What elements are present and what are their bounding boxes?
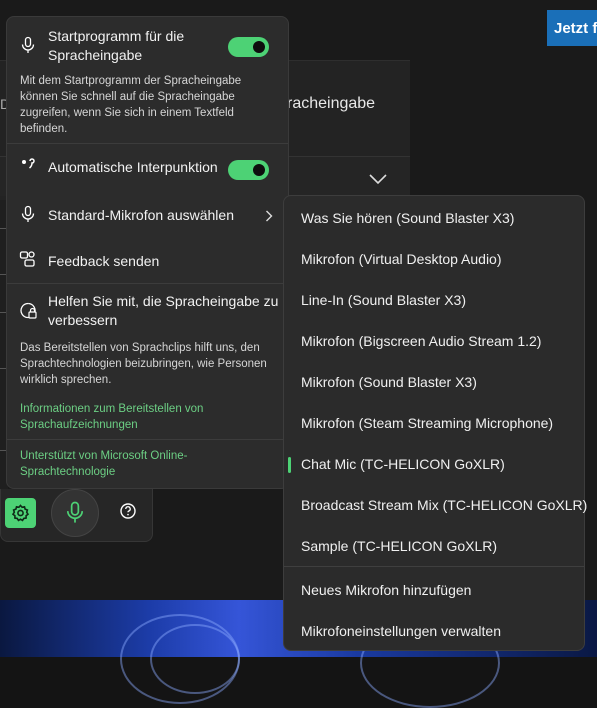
- voice-typing-settings-panel: Startprogramm für die Spracheingabe Mit …: [6, 16, 289, 489]
- auto-punctuation-title: Automatische Interpunktion: [48, 159, 218, 175]
- mic-option[interactable]: Mikrofon (Virtual Desktop Audio): [284, 239, 584, 280]
- launcher-setting: Startprogramm für die Spracheingabe Mit …: [7, 17, 288, 143]
- auto-punctuation-setting: Automatische Interpunktion: [7, 144, 288, 188]
- shield-lock-icon: [20, 302, 37, 319]
- select-mic-row[interactable]: Standard-Mikrofon auswählen: [7, 192, 288, 236]
- chevron-right-icon: [266, 210, 273, 222]
- manage-mic-settings-option[interactable]: Mikrofoneinstellungen verwalten: [284, 611, 584, 652]
- mic-option[interactable]: Mikrofon (Sound Blaster X3): [284, 362, 584, 403]
- microphone-icon: [66, 501, 84, 523]
- launcher-description: Mit dem Startprogramm der Spracheingabe …: [20, 75, 242, 135]
- mic-option[interactable]: Was Sie hören (Sound Blaster X3): [284, 198, 584, 239]
- improve-setting: Helfen Sie mit, die Spracheingabe zu ver…: [7, 284, 288, 439]
- divider: [284, 566, 584, 567]
- microphone-icon: [21, 205, 35, 222]
- gear-icon: [11, 504, 30, 522]
- help-icon: [120, 503, 136, 519]
- mic-option[interactable]: Sample (TC-HELICON GoXLR): [284, 526, 584, 567]
- add-mic-option[interactable]: Neues Mikrofon hinzufügen: [284, 570, 584, 611]
- mic-option[interactable]: Mikrofon (Steam Streaming Microphone): [284, 403, 584, 444]
- mic-option-selected[interactable]: Chat Mic (TC-HELICON GoXLR): [284, 444, 584, 485]
- voice-typing-mic-button[interactable]: [51, 489, 99, 537]
- mic-option[interactable]: Broadcast Stream Mix (TC-HELICON GoXLR): [284, 485, 587, 526]
- punctuation-icon: [22, 158, 35, 169]
- feedback-row[interactable]: Feedback senden: [7, 238, 288, 282]
- settings-text: racheingabe: [287, 95, 376, 112]
- chevron-down-icon[interactable]: [368, 172, 388, 186]
- feedback-icon: [19, 251, 35, 267]
- microphone-flyout-menu: Was Sie hören (Sound Blaster X3) Mikrofo…: [283, 195, 587, 652]
- divider: [7, 439, 288, 440]
- improve-title: Helfen Sie mit, die Spracheingabe zu ver…: [48, 293, 279, 328]
- help-button[interactable]: [117, 500, 139, 522]
- select-mic-title: Standard-Mikrofon auswählen: [48, 207, 234, 223]
- mic-option[interactable]: Mikrofon (Bigscreen Audio Stream 1.2): [284, 321, 584, 362]
- improve-description: Das Bereitstellen von Sprachclips hilft …: [20, 342, 267, 386]
- settings-button[interactable]: [5, 498, 36, 528]
- feedback-title: Feedback senden: [48, 253, 160, 269]
- mic-option[interactable]: Line-In (Sound Blaster X3): [284, 280, 584, 321]
- launcher-toggle[interactable]: [228, 37, 269, 57]
- microphone-icon: [21, 36, 35, 53]
- jetzt-button[interactable]: Jetzt fi: [547, 10, 597, 46]
- launcher-title: Startprogramm für die Spracheingabe: [48, 28, 185, 63]
- voice-clips-info-link[interactable]: Informationen zum Bereitstellen von Spra…: [20, 401, 240, 433]
- voice-typing-toolbar: [0, 489, 153, 542]
- powered-by-link[interactable]: Unterstützt von Microsoft Online-Spracht…: [20, 448, 230, 480]
- auto-punctuation-toggle[interactable]: [228, 160, 269, 180]
